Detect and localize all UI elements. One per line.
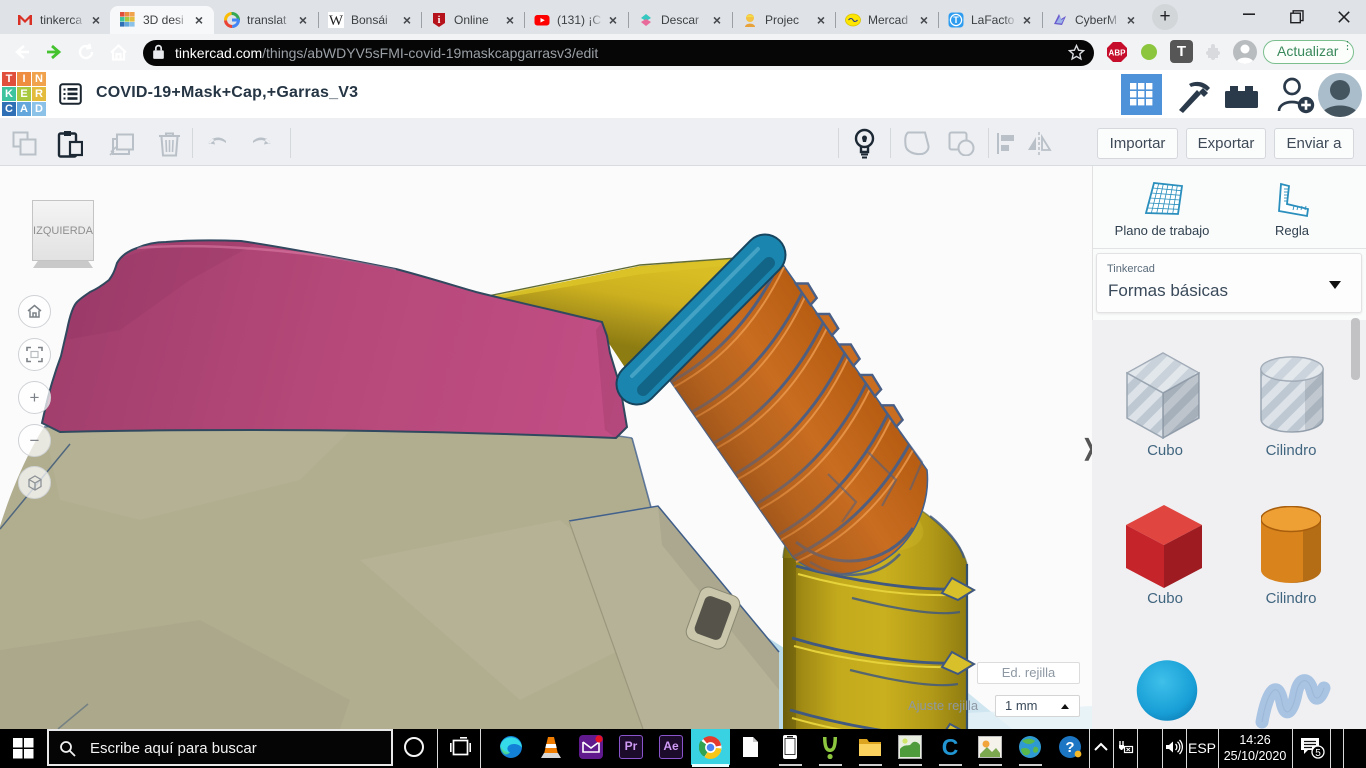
svg-text:i: i <box>438 15 441 26</box>
svg-text:ABP: ABP <box>1109 49 1127 58</box>
svg-text:C: C <box>942 735 959 759</box>
svg-text:W: W <box>329 13 344 28</box>
svg-text:?: ? <box>1065 739 1074 756</box>
svg-text:T: T <box>953 15 959 25</box>
svg-text:5: 5 <box>1315 748 1321 759</box>
